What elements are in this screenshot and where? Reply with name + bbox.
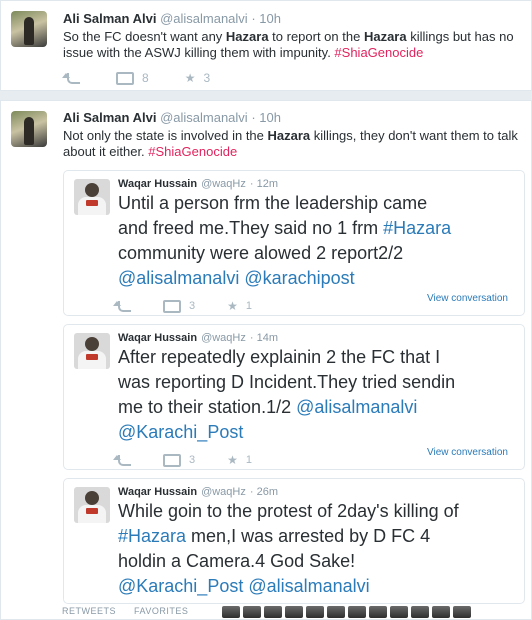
mention-link[interactable]: @Karachi_Post (118, 422, 243, 442)
tweet-actions: 8 ★ 3 (62, 71, 246, 85)
embed-text-line-4: @Karachi_Post @alisalmanalvi (118, 574, 370, 599)
favorite-button[interactable]: ★ 3 (185, 71, 210, 85)
tweet-text-line-2: about it either. #ShiaGenocide (63, 144, 238, 159)
retweet-count: 3 (189, 454, 196, 466)
retweet-count: 8 (142, 71, 149, 85)
favoriter-avatars (222, 606, 474, 618)
hashtag-link[interactable]: #Hazara (118, 526, 186, 546)
favorite-count: 1 (245, 454, 253, 466)
author-handle[interactable]: @alisalmanalvi (160, 11, 248, 26)
embed-actions: 3 ★ 1 (113, 453, 284, 467)
embed-text-line-3: community were alowed 2 report2/2 (118, 243, 404, 263)
embed-text-line-2: #Hazara men,I was arrested by D FC 4 (118, 526, 431, 546)
embed-author-name[interactable]: Waqar Hussain (118, 486, 197, 498)
favoriter-avatar[interactable] (264, 606, 282, 618)
retweet-button[interactable]: 3 (163, 453, 196, 467)
mention-link[interactable]: @alisalmanalvi (118, 268, 239, 288)
mention-link[interactable]: @alisalmanalvi (248, 576, 369, 596)
embed-time[interactable]: · 14m (250, 332, 278, 344)
embed-text-line-4: @alisalmanalvi @karachipost (118, 266, 355, 291)
reply-icon (113, 300, 131, 312)
embed-time[interactable]: · 12m (250, 178, 278, 190)
embed-text-line-3: holdin a Camera.4 God Sake! (118, 551, 356, 571)
reply-button[interactable] (113, 300, 131, 312)
embed-actions: 3 ★ 1 (113, 299, 284, 313)
reply-icon (62, 72, 80, 84)
retweet-button[interactable]: 3 (163, 299, 196, 313)
embed-avatar[interactable] (74, 487, 110, 523)
favorite-icon: ★ (184, 71, 196, 85)
favoriter-avatar[interactable] (222, 606, 240, 618)
embed-author-name[interactable]: Waqar Hussain (118, 178, 197, 190)
tweet-time[interactable]: · 10h (251, 110, 281, 125)
tweet-card-2[interactable]: Ali Salman Alvi @alisalmanalvi · 10h Not… (0, 100, 532, 620)
author-avatar[interactable] (11, 11, 47, 47)
view-conversation-link[interactable]: View conversation (427, 447, 508, 458)
retweet-icon (163, 299, 181, 313)
embed-author-name[interactable]: Waqar Hussain (118, 332, 197, 344)
embed-text-line-1: While goin to the protest of 2day's kill… (118, 501, 459, 521)
favorite-count: 1 (245, 300, 253, 312)
favoriter-avatar[interactable] (390, 606, 408, 618)
favoriter-avatar[interactable] (243, 606, 261, 618)
tweet-text-line-1: So the FC doesn't want any Hazara to rep… (63, 29, 514, 44)
retweet-icon (116, 71, 134, 85)
embed-text-line-2: and freed me.They said no 1 frm #Hazara (118, 218, 452, 238)
embed-avatar[interactable] (74, 179, 110, 215)
embed-avatar[interactable] (74, 333, 110, 369)
reply-icon (113, 454, 131, 466)
reply-button[interactable] (62, 72, 80, 84)
favoriter-avatar[interactable] (453, 606, 471, 618)
favoriter-avatar[interactable] (327, 606, 345, 618)
mention-link[interactable]: @alisalmanalvi (296, 397, 417, 417)
favorite-icon: ★ (227, 299, 238, 313)
hashtag-link[interactable]: #ShiaGenocide (148, 144, 237, 159)
favorite-count: 3 (203, 71, 211, 85)
embedded-tweet-3[interactable]: Waqar Hussain @waqHz · 26m While goin to t… (63, 478, 525, 604)
mention-link[interactable]: @Karachi_Post (118, 576, 243, 596)
favoriter-avatar[interactable] (411, 606, 429, 618)
favorite-button[interactable]: ★ 1 (227, 453, 252, 467)
favoriter-avatar[interactable] (285, 606, 303, 618)
embed-text-line-2: was reporting D Incident.They tried send… (118, 372, 456, 392)
embed-text-line-1: After repeatedly explainin 2 the FC that… (118, 347, 441, 367)
embed-text-line-4: @Karachi_Post (118, 420, 243, 445)
author-avatar[interactable] (11, 111, 47, 147)
author-handle[interactable]: @alisalmanalvi (160, 110, 248, 125)
embed-time[interactable]: · 26m (250, 486, 278, 498)
retweet-count: 3 (189, 300, 196, 312)
hashtag-link[interactable]: #Hazara (383, 218, 451, 238)
embed-author-handle[interactable]: @waqHz (201, 178, 246, 190)
view-conversation-link[interactable]: View conversation (427, 293, 508, 304)
embed-author-handle[interactable]: @waqHz (201, 332, 246, 344)
favoriter-avatar[interactable] (306, 606, 324, 618)
retweet-icon (163, 453, 181, 467)
favoriter-avatar[interactable] (348, 606, 366, 618)
embed-text-line-3: me to their station.1/2 @alisalmanalvi (118, 397, 418, 417)
retweet-button[interactable]: 8 (116, 71, 149, 85)
mention-link[interactable]: @karachipost (244, 268, 354, 288)
hashtag-link[interactable]: #ShiaGenocide (334, 45, 423, 60)
embed-author-handle[interactable]: @waqHz (201, 486, 246, 498)
favoriter-avatar[interactable] (369, 606, 387, 618)
author-name[interactable]: Ali Salman Alvi (63, 110, 156, 125)
author-name[interactable]: Ali Salman Alvi (63, 11, 156, 26)
embed-text-line-1: Until a person frm the leadership came (118, 193, 428, 213)
tweet-text-line-2: issue with the ASWJ killing them with im… (63, 45, 424, 60)
favoriter-avatar[interactable] (432, 606, 450, 618)
favorite-icon: ★ (227, 453, 238, 467)
embedded-tweet-2[interactable]: Waqar Hussain @waqHz · 14m After repeatedl… (63, 324, 525, 470)
tweet-text-line-1: Not only the state is involved in the Ha… (63, 128, 518, 143)
favorite-button[interactable]: ★ 1 (227, 299, 252, 313)
tweet-card-1[interactable]: Ali Salman Alvi @alisalmanalvi · 10h So … (0, 0, 532, 91)
reply-button[interactable] (113, 454, 131, 466)
tweet-time[interactable]: · 10h (251, 11, 281, 26)
embedded-tweet-1[interactable]: Waqar Hussain @waqHz · 12m Until a person … (63, 170, 525, 316)
